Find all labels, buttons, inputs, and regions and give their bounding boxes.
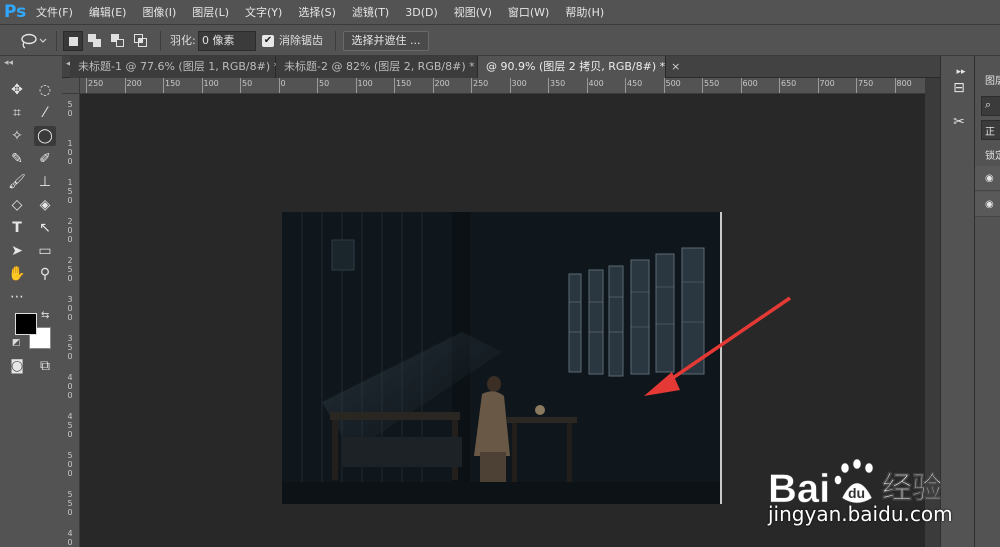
baidu-logo-icon: Bai du 经验 [768,458,942,508]
baidu-watermark: Bai du 经验 jingyan.baidu.com [768,440,1000,540]
arrow-shaft [663,296,791,386]
search-icon: ⌕ [985,98,992,111]
panel-title: 图层 [985,76,1000,87]
blend-mode-label: 正 [985,127,995,138]
tools-panel-icon[interactable]: ✂ [949,112,969,132]
lock-label: 锁定 [985,151,1000,162]
svg-text:du: du [848,485,865,501]
eye-icon[interactable]: ◉ [985,173,994,184]
eye-icon[interactable]: ◉ [985,199,994,210]
history-panel-icon[interactable]: ⊟ [949,78,969,98]
watermark-url: jingyan.baidu.com [768,502,953,526]
svg-text:经验: 经验 [882,471,942,506]
